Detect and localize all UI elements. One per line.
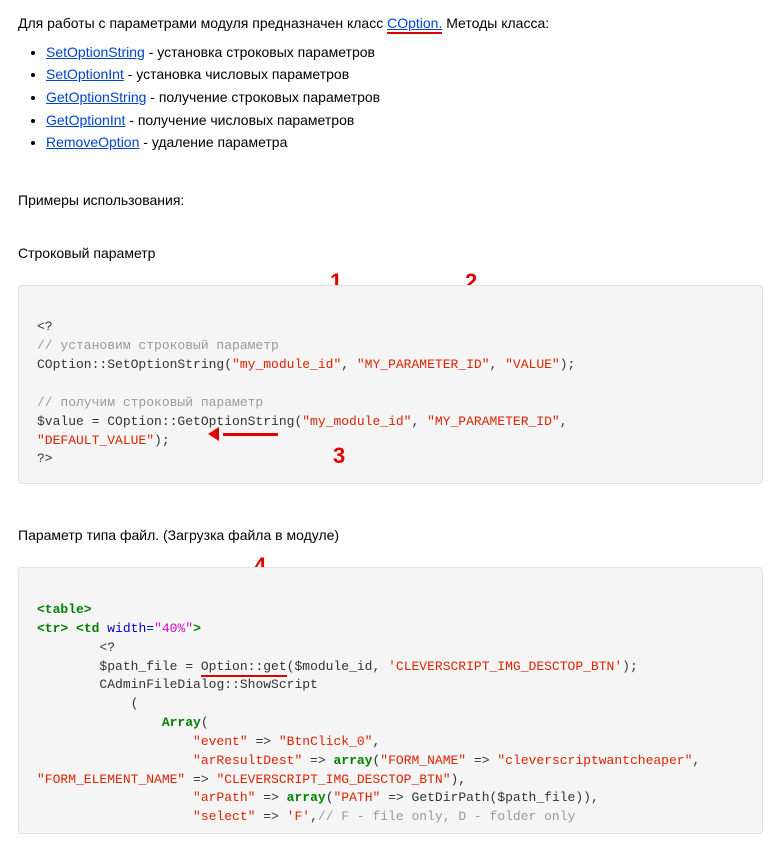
string-param-header: Строковый параметр [18, 244, 763, 263]
method-link[interactable]: GetOptionString [46, 89, 146, 105]
code-block-2: <table> <tr> <td width="40%"> <? $path_f… [18, 567, 763, 834]
intro-text: Для работы с параметрами модуля предназн… [18, 14, 763, 33]
method-desc: - установка числовых параметров [124, 66, 349, 82]
method-desc: - получение строковых параметров [146, 89, 380, 105]
method-desc: - удаление параметра [139, 134, 287, 150]
list-item: GetOptionInt - получение числовых параме… [46, 111, 763, 131]
intro-prefix: Для работы с параметрами модуля предназн… [18, 15, 387, 31]
code-block-1: <? // установим строковый параметр COpti… [18, 285, 763, 485]
methods-list: SetOptionString - установка строковых па… [18, 43, 763, 153]
file-param-header: Параметр типа файл. (Загрузка файла в мо… [18, 526, 763, 545]
examples-header: Примеры использования: [18, 191, 763, 210]
method-desc: - получение числовых параметров [125, 112, 354, 128]
coption-link[interactable]: COption. [387, 15, 442, 34]
list-item: GetOptionString - получение строковых па… [46, 88, 763, 108]
list-item: RemoveOption - удаление параметра [46, 133, 763, 153]
method-link[interactable]: SetOptionString [46, 44, 145, 60]
method-link[interactable]: GetOptionInt [46, 112, 125, 128]
method-link[interactable]: SetOptionInt [46, 66, 124, 82]
intro-suffix: Методы класса: [442, 15, 549, 31]
method-desc: - установка строковых параметров [145, 44, 375, 60]
list-item: SetOptionString - установка строковых па… [46, 43, 763, 63]
method-link[interactable]: RemoveOption [46, 134, 139, 150]
list-item: SetOptionInt - установка числовых параме… [46, 65, 763, 85]
